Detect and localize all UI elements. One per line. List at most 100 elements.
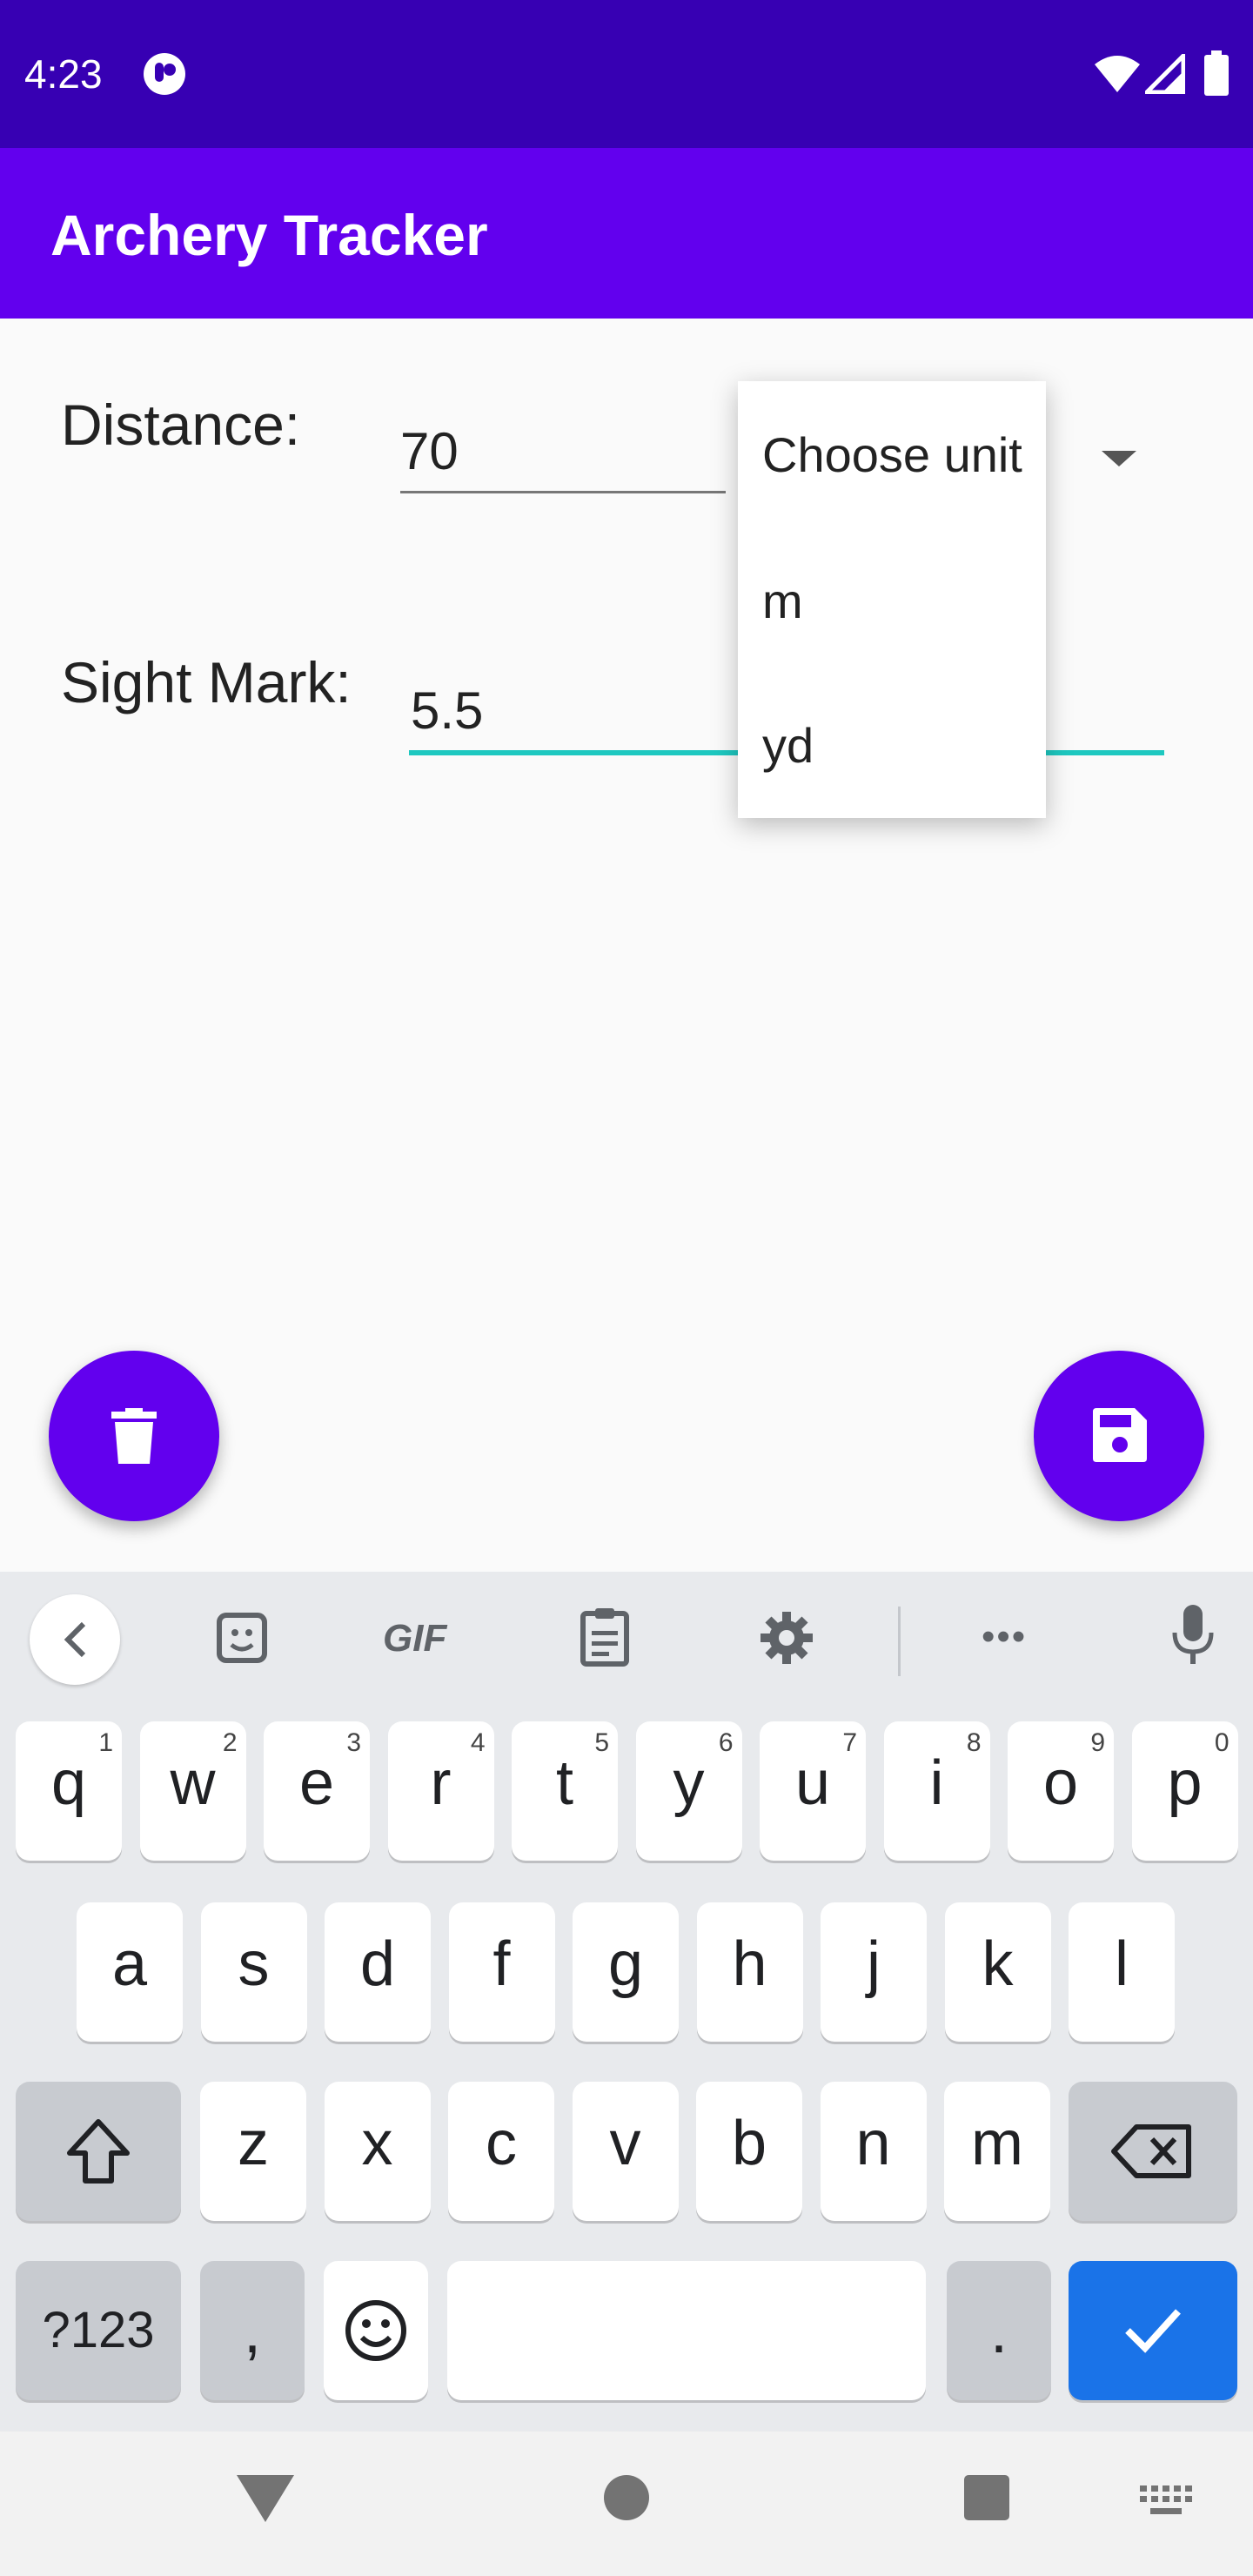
back-icon	[64, 1621, 86, 1658]
key-m[interactable]: m	[944, 2082, 1050, 2221]
key-j[interactable]: j	[821, 1902, 927, 2042]
key-label: c	[486, 2109, 517, 2178]
settings-button[interactable]	[759, 1610, 814, 1670]
key-number-hint: 8	[966, 1728, 982, 1757]
app-title: Archery Tracker	[50, 203, 488, 267]
key-o[interactable]: o9	[1008, 1721, 1114, 1861]
key-label: u	[794, 1748, 831, 1818]
key-label: v	[609, 2109, 641, 2178]
keyboard-back-button[interactable]	[30, 1594, 120, 1685]
signal-icon	[1141, 50, 1186, 98]
key-t[interactable]: t5	[512, 1721, 618, 1861]
key-z[interactable]: z	[200, 2082, 306, 2221]
toolbar-divider	[898, 1607, 901, 1676]
key-a[interactable]: a	[77, 1902, 183, 2042]
shift-key[interactable]	[16, 2082, 181, 2221]
symbols-key[interactable]: ?123	[16, 2261, 181, 2400]
settings-icon	[761, 1612, 813, 1664]
key-i[interactable]: i8	[883, 1721, 990, 1861]
nav-back-button[interactable]	[235, 2473, 296, 2528]
key-g[interactable]: g	[573, 1902, 679, 2042]
key-label: m	[971, 2109, 1023, 2178]
key-number-hint: 3	[346, 1728, 361, 1757]
keyboard-switch-button[interactable]	[1140, 2485, 1192, 2521]
key-label: d	[359, 1929, 396, 1999]
distance-input[interactable]: 70	[400, 421, 722, 491]
key-label: z	[238, 2109, 269, 2178]
key-b[interactable]: b	[696, 2082, 802, 2221]
key-k[interactable]: k	[944, 1902, 1051, 2042]
nav-home-button[interactable]	[602, 2473, 651, 2526]
menu-item-choose-unit[interactable]: Choose unit	[762, 426, 1022, 483]
key-e[interactable]: e3	[264, 1721, 370, 1861]
delete-button[interactable]	[49, 1351, 219, 1521]
key-label: j	[867, 1929, 881, 1999]
navigation-bar	[0, 2432, 1253, 2576]
backspace-key[interactable]	[1069, 2082, 1237, 2221]
key-label: i	[929, 1748, 944, 1818]
key-n[interactable]: n	[820, 2082, 927, 2221]
check-icon	[1125, 2309, 1181, 2353]
emoji-icon	[345, 2300, 406, 2361]
key-label: w	[170, 1748, 216, 1818]
save-icon	[1093, 1408, 1147, 1462]
key-label: q	[50, 1748, 87, 1818]
chevron-down-icon	[1102, 451, 1136, 466]
key-r[interactable]: r4	[387, 1721, 494, 1861]
key-label: e	[298, 1748, 335, 1818]
key-number-hint: 2	[222, 1728, 238, 1757]
unit-dropdown-menu: Choose unit m yd	[738, 381, 1046, 818]
key-label: a	[111, 1929, 148, 1999]
key-c[interactable]: c	[448, 2082, 554, 2221]
shift-icon	[67, 2119, 130, 2184]
battery-icon	[1204, 50, 1229, 100]
key-label: h	[732, 1929, 767, 1999]
app-bar: Archery Tracker	[0, 148, 1253, 319]
distance-input-underline	[400, 491, 726, 493]
more-button[interactable]: •••	[982, 1615, 1027, 1659]
clipboard-icon	[580, 1608, 629, 1667]
nav-recents-button[interactable]	[964, 2475, 1009, 2525]
menu-item-m[interactable]: m	[762, 573, 803, 629]
key-f[interactable]: f	[448, 1902, 555, 2042]
space-key[interactable]	[447, 2261, 926, 2400]
key-number-hint: 1	[98, 1728, 113, 1757]
key-number-hint: 4	[470, 1728, 486, 1757]
comma-key-label: ,	[243, 2297, 261, 2366]
save-button[interactable]	[1034, 1351, 1204, 1521]
clipboard-button[interactable]	[580, 1607, 630, 1672]
key-number-hint: 5	[594, 1728, 609, 1757]
key-number-hint: 6	[718, 1728, 734, 1757]
status-time: 4:23	[24, 51, 103, 97]
key-u[interactable]: u7	[760, 1721, 866, 1861]
key-x[interactable]: x	[324, 2082, 431, 2221]
backspace-icon	[1111, 2124, 1191, 2178]
menu-item-yd[interactable]: yd	[762, 717, 814, 774]
gif-button[interactable]: GIF	[383, 1617, 446, 1660]
keyboard-row-2: a s dfg h jkl	[0, 1902, 1253, 2047]
key-q[interactable]: q1	[16, 1721, 122, 1861]
key-p[interactable]: p0	[1131, 1721, 1238, 1861]
key-label: g	[607, 1929, 644, 1999]
emoji-key[interactable]	[324, 2261, 428, 2400]
distance-label: Distance:	[61, 392, 301, 457]
period-key-label: .	[989, 2297, 1008, 2366]
key-h[interactable]: h	[696, 1902, 803, 2042]
key-d[interactable]: d	[325, 1902, 431, 2042]
nav-back-icon	[237, 2475, 294, 2522]
sticker-icon	[217, 1613, 267, 1663]
key-l[interactable]: l	[1069, 1902, 1175, 2042]
period-key[interactable]: .	[947, 2261, 1051, 2400]
sticker-button[interactable]	[214, 1610, 270, 1670]
key-w[interactable]: w2	[139, 1721, 246, 1861]
comma-key[interactable]: ,	[200, 2261, 305, 2400]
app-notification-icon	[143, 52, 186, 96]
enter-key[interactable]	[1069, 2261, 1237, 2400]
key-s[interactable]: s	[200, 1902, 307, 2042]
key-number-hint: 0	[1214, 1728, 1230, 1757]
key-label: x	[361, 2109, 393, 2178]
voice-input-button[interactable]	[1171, 1603, 1215, 1670]
key-y[interactable]: y6	[635, 1721, 742, 1861]
key-label: s	[238, 1929, 270, 1999]
key-v[interactable]: v	[572, 2082, 679, 2221]
